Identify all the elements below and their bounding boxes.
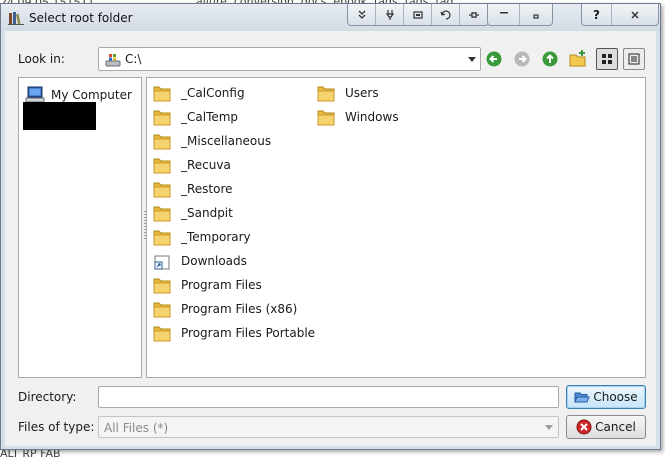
file-list-item[interactable]: _CalConfig [151, 81, 315, 105]
file-list-item[interactable]: Program Files [151, 273, 315, 297]
help-icon: ? [593, 7, 600, 22]
list-view-icon [628, 53, 640, 65]
title-tools-group [347, 4, 489, 26]
cancel-label: Cancel [595, 420, 636, 434]
rollup-icon [358, 10, 365, 19]
file-column-2: Users Windows [315, 81, 399, 129]
file-types-combo[interactable]: All Files (*) [98, 416, 559, 438]
file-list-item[interactable]: _Miscellaneous [151, 129, 315, 153]
file-name: _Restore [181, 182, 233, 196]
folder-icon [153, 278, 171, 294]
help-button[interactable]: ? [582, 4, 612, 25]
file-name: Downloads [181, 254, 247, 268]
minimize-icon [499, 11, 508, 13]
file-name: Program Files Portable [181, 326, 316, 340]
file-list-item[interactable]: _Temporary [151, 225, 315, 249]
file-list-item[interactable]: _Recuva [151, 153, 315, 177]
file-types-label: Files of type: [18, 420, 95, 434]
folder-icon [317, 86, 335, 102]
directory-label: Directory: [18, 390, 77, 404]
file-list-item[interactable]: Program Files Portable [151, 321, 315, 345]
file-types-value: All Files (*) [104, 421, 169, 435]
file-list-item[interactable]: Users [315, 81, 399, 105]
forward-icon[interactable] [513, 50, 531, 68]
close-button[interactable] [612, 4, 658, 25]
close-icon [631, 10, 639, 19]
folder-icon [153, 86, 171, 102]
title-bar[interactable]: Select root folder ? [1, 4, 660, 31]
folder-icon [153, 230, 171, 246]
file-list-item[interactable]: Downloads [151, 249, 315, 273]
folder-icon [153, 326, 171, 342]
cancel-icon [576, 419, 592, 435]
new-folder-icon[interactable] [568, 49, 588, 69]
folder-icon [153, 206, 171, 222]
dialog-body: Look in: C:\ My Computer _CalConfig _Cal… [5, 31, 656, 446]
file-name: _Miscellaneous [181, 134, 272, 148]
file-list-item[interactable]: Program Files (x86) [151, 297, 315, 321]
cancel-button[interactable]: Cancel [566, 415, 646, 439]
file-list-item[interactable]: _Restore [151, 177, 315, 201]
file-name: _Recuva [181, 158, 231, 172]
pin-button[interactable] [376, 4, 404, 25]
window-controls-right: ? [581, 4, 659, 26]
file-name: _CalTemp [181, 110, 239, 124]
folder-icon [317, 110, 335, 126]
pin-icon [385, 9, 394, 20]
file-name: _CalConfig [181, 86, 245, 100]
chevron-down-icon [468, 57, 476, 62]
file-name: Windows [345, 110, 399, 124]
back-icon[interactable] [485, 50, 503, 68]
select-root-folder-dialog: Select root folder ? Look in: C:\ My Com… [0, 3, 661, 450]
shortcut-icon [154, 255, 170, 270]
books-icon [8, 12, 24, 25]
file-list-item[interactable]: Windows [315, 105, 399, 129]
icon-view-button[interactable] [596, 48, 618, 70]
choose-label: Choose [593, 390, 638, 404]
folder-icon [153, 302, 171, 318]
undo-button[interactable] [432, 4, 460, 25]
file-name: _Sandpit [181, 206, 233, 220]
parent-folder-icon[interactable] [541, 50, 559, 68]
connector-icon [469, 11, 479, 18]
restore-window-icon [412, 10, 423, 19]
rollup-button[interactable] [348, 4, 376, 25]
dialog-title: Select root folder [29, 11, 133, 25]
drive-icon [105, 54, 121, 67]
undo-icon [439, 9, 451, 20]
sidebar-item-label: My Computer [51, 88, 132, 102]
folder-icon [153, 182, 171, 198]
look-in-label: Look in: [18, 52, 65, 66]
window-controls-left [487, 4, 553, 26]
chevron-down-icon [545, 425, 553, 430]
detail-view-button[interactable] [623, 48, 645, 70]
directory-input[interactable] [98, 386, 559, 408]
look-in-combo[interactable]: C:\ [98, 47, 481, 71]
file-list-item[interactable]: _CalTemp [151, 105, 315, 129]
file-list: _CalConfig _CalTemp _Miscellaneous _Recuva _… [146, 77, 646, 378]
open-folder-icon [574, 392, 591, 403]
restore-window-button[interactable] [404, 4, 432, 25]
file-name: _Temporary [181, 230, 251, 244]
folder-icon [153, 110, 171, 126]
connector-button[interactable] [460, 4, 488, 25]
file-name: Program Files (x86) [181, 302, 298, 316]
look-in-value: C:\ [125, 52, 142, 66]
redacted-item [23, 102, 96, 130]
grid-view-icon [602, 54, 612, 64]
minimize-button[interactable] [488, 4, 520, 25]
file-name: Program Files [181, 278, 262, 292]
choose-button[interactable]: Choose [566, 385, 646, 409]
folder-icon [153, 158, 171, 174]
maximize-icon [533, 13, 539, 19]
file-column-1: _CalConfig _CalTemp _Miscellaneous _Recuva _… [151, 81, 315, 345]
file-name: Users [345, 86, 379, 100]
sidebar-places: My Computer [18, 77, 142, 378]
file-list-item[interactable]: _Sandpit [151, 201, 315, 225]
folder-icon [153, 134, 171, 150]
maximize-button[interactable] [520, 4, 552, 25]
